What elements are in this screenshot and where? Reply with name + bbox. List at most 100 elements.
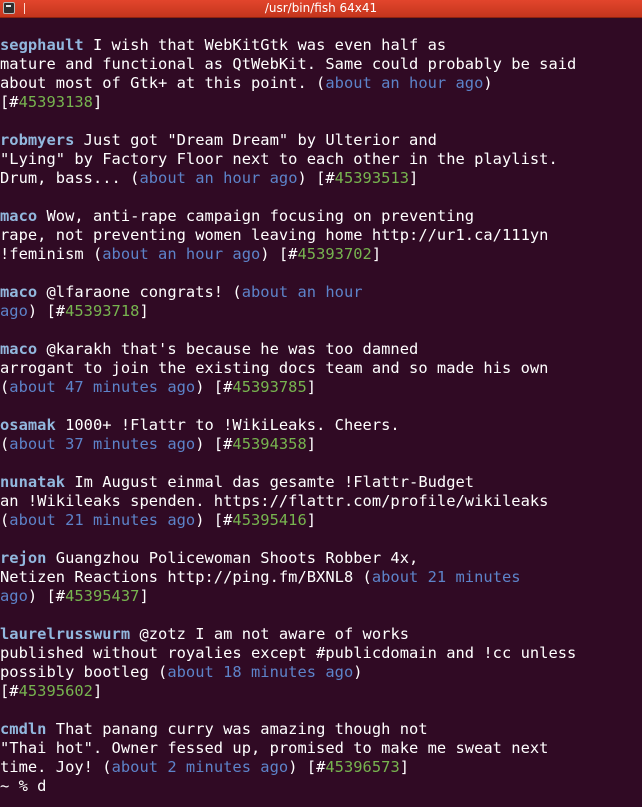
post-line: nunatak Im August einmal das gesamte !Fl…	[0, 473, 642, 492]
post-notice-id[interactable]: 45395416	[232, 511, 306, 529]
post-text: ) [#	[27, 302, 66, 320]
post-text: ) [#	[297, 169, 335, 187]
post-line: !feminism (about an hour ago) [#45393702…	[0, 245, 642, 264]
post-line: cmdln That panang curry was amazing thou…	[0, 720, 642, 739]
post-notice-id[interactable]: 45395602	[19, 682, 93, 700]
post-username[interactable]: maco	[0, 207, 37, 225]
post-text: ]	[306, 435, 317, 453]
post-line: robmyers Just got "Dream Dream" by Ulter…	[0, 131, 642, 150]
post-line: "Thai hot". Owner fessed up, promised to…	[0, 739, 642, 758]
window-title: /usr/bin/fish 64x41	[264, 1, 378, 15]
post-line: [#45393138]	[0, 93, 642, 112]
post-line: (about 21 minutes ago) [#45395416]	[0, 511, 642, 530]
post-entry: rejon Guangzhou Policewoman Shoots Robbe…	[0, 549, 642, 606]
post-username[interactable]: rejon	[0, 549, 46, 567]
post-username[interactable]: maco	[0, 283, 37, 301]
post-line: mature and functional as QtWebKit. Same …	[0, 55, 642, 74]
post-text: ) [#	[27, 587, 66, 605]
post-text: Guangzhou Policewoman Shoots Robber 4x,	[46, 549, 419, 567]
post-entry: robmyers Just got "Dream Dream" by Ulter…	[0, 131, 642, 188]
post-line: Drum, bass... (about an hour ago) [#4539…	[0, 169, 642, 188]
post-line: maco Wow, anti-rape campaign focusing on…	[0, 207, 642, 226]
post-timestamp: ago	[0, 302, 28, 320]
post-text: "Lying" by Factory Floor next to each ot…	[0, 150, 558, 168]
post-timestamp: about 21 minutes ago	[9, 511, 196, 529]
post-entry: cmdln That panang curry was amazing thou…	[0, 720, 642, 777]
post-line: (about 47 minutes ago) [#45393785]	[0, 378, 642, 397]
post-line: time. Joy! (about 2 minutes ago) [#45396…	[0, 758, 642, 777]
post-notice-id[interactable]: 45393785	[232, 378, 306, 396]
post-text: I wish that WebKitGtk was even half as	[83, 36, 447, 54]
post-text: ]	[409, 169, 419, 187]
post-text: Im August einmal das gesamte !Flattr-Bud…	[65, 473, 475, 491]
terminal-output[interactable]: segphault I wish that WebKitGtk was even…	[0, 36, 642, 796]
post-text: )	[353, 663, 363, 681]
post-line: segphault I wish that WebKitGtk was even…	[0, 36, 642, 55]
post-line: maco @karakh that's because he was too d…	[0, 340, 642, 359]
post-text: ]	[371, 245, 382, 263]
post-text: published without royalies except #publi…	[0, 644, 577, 662]
post-line: ago) [#45395437]	[0, 587, 642, 606]
post-notice-id[interactable]: 45396573	[325, 758, 399, 776]
post-text: @lfaraone congrats! (	[37, 283, 242, 301]
post-line: Netizen Reactions http://ping.fm/BXNL8 (…	[0, 568, 642, 587]
post-notice-id[interactable]: 45393513	[335, 169, 409, 187]
post-text: @zotz I am not aware of works	[130, 625, 410, 643]
post-line: [#45395602]	[0, 682, 642, 701]
post-text: "Thai hot". Owner fessed up, promised to…	[0, 739, 549, 757]
post-line: laurelrusswurm @zotz I am not aware of w…	[0, 625, 642, 644]
post-text: (	[0, 511, 10, 529]
post-username[interactable]: robmyers	[0, 131, 74, 149]
post-username[interactable]: osamak	[0, 416, 56, 434]
post-username[interactable]: segphault	[0, 36, 84, 54]
post-notice-id[interactable]: 45393138	[19, 93, 93, 111]
post-timestamp: about an hour ago	[139, 169, 298, 187]
post-text: ]	[92, 682, 103, 700]
post-timestamp: about 2 minutes ago	[111, 758, 289, 776]
post-text: possibly bootleg (	[0, 663, 168, 681]
post-entry: osamak 1000+ !Flattr to !WikiLeaks. Chee…	[0, 416, 642, 454]
post-timestamp: about 21 minutes	[371, 568, 521, 586]
post-text: @karakh that's because he was too damned	[37, 340, 419, 358]
post-line: rejon Guangzhou Policewoman Shoots Robbe…	[0, 549, 642, 568]
post-username[interactable]: nunatak	[0, 473, 65, 491]
post-text: Wow, anti-rape campaign focusing on prev…	[37, 207, 475, 225]
post-text: [#	[0, 682, 19, 700]
post-text: ]	[139, 302, 149, 320]
post-line: an !Wikileaks spenden. https://flattr.co…	[0, 492, 642, 511]
post-text: ]	[139, 587, 149, 605]
post-notice-id[interactable]: 45395437	[65, 587, 139, 605]
post-text: Drum, bass... (	[0, 169, 140, 187]
post-text: ]	[92, 93, 103, 111]
post-line: about most of Gtk+ at this point. (about…	[0, 74, 642, 93]
post-username[interactable]: cmdln	[0, 720, 46, 738]
post-text: arrogant to join the existing docs team …	[0, 359, 549, 377]
post-username[interactable]: maco	[0, 340, 37, 358]
post-line: published without royalies except #publi…	[0, 644, 642, 663]
post-notice-id[interactable]: 45393718	[65, 302, 139, 320]
post-notice-id[interactable]: 45394358	[232, 435, 306, 453]
post-text: (	[0, 378, 10, 396]
post-timestamp: ago	[0, 587, 28, 605]
post-timestamp: about an hour	[241, 283, 363, 301]
post-entry: laurelrusswurm @zotz I am not aware of w…	[0, 625, 642, 701]
post-timestamp: about 37 minutes ago	[9, 435, 196, 453]
window-titlebar[interactable]: /usr/bin/fish 64x41	[0, 0, 642, 18]
post-timestamp: about an hour ago	[102, 245, 261, 263]
post-text: time. Joy! (	[0, 758, 112, 776]
shell-prompt[interactable]: ~ % d	[0, 777, 642, 796]
post-text: ) [#	[195, 378, 233, 396]
post-notice-id[interactable]: 45393702	[297, 245, 371, 263]
post-timestamp: about 18 minutes ago	[167, 663, 354, 681]
post-line: (about 37 minutes ago) [#45394358]	[0, 435, 642, 454]
post-username[interactable]: laurelrusswurm	[0, 625, 130, 643]
post-text: mature and functional as QtWebKit. Same …	[0, 55, 577, 73]
post-text: !feminism (	[0, 245, 103, 263]
post-line: possibly bootleg (about 18 minutes ago)	[0, 663, 642, 682]
